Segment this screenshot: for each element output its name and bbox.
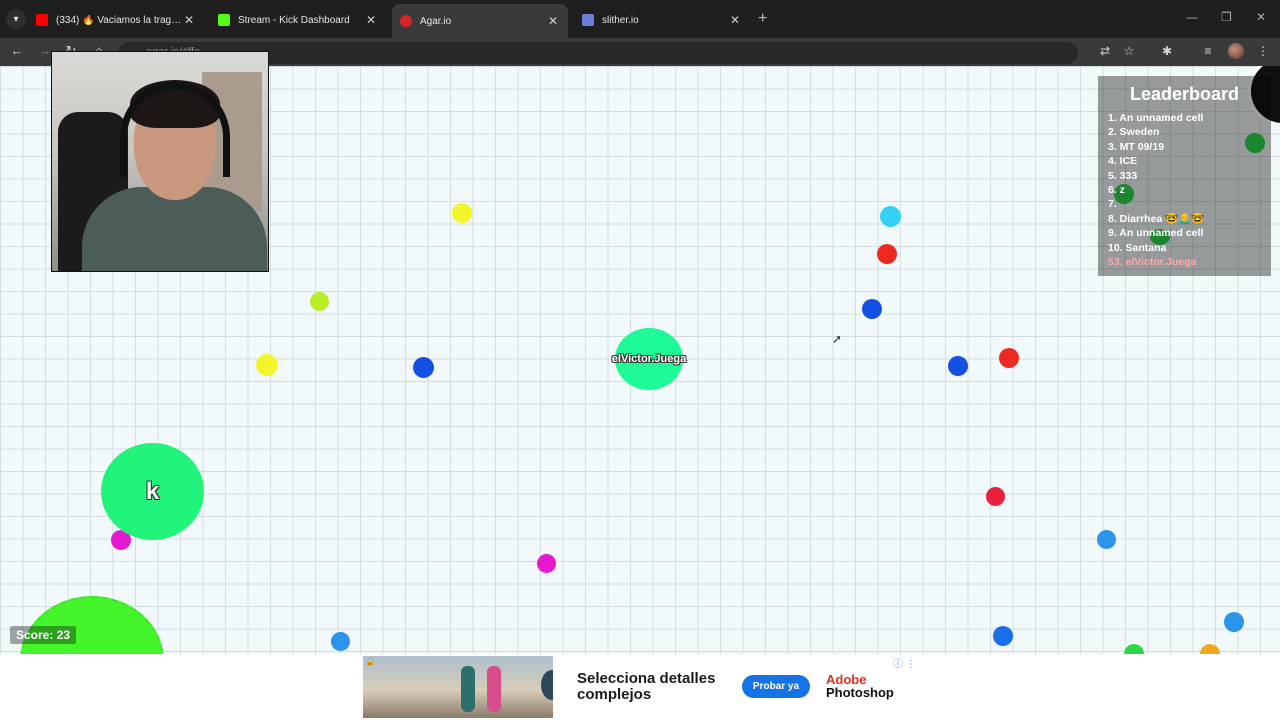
tab-strip: ▾ (334) 🔥 Vaciamos la tragamon ✕ Stream … [0,0,1280,38]
close-icon[interactable]: ✕ [182,13,196,27]
tab-search-icon[interactable]: ▾ [6,9,26,29]
ad-info-icon[interactable]: ⓘ ⋮ [893,655,916,670]
food-pellet [948,356,968,376]
leaderboard: Leaderboard 1. An unnamed cell 2. Sweden… [1098,76,1271,276]
webcam-overlay [51,51,269,272]
leaderboard-entry: 6. z [1108,184,1125,197]
leaderboard-title: Leaderboard [1129,84,1240,104]
agario-icon [400,15,412,27]
ad-person-figure [541,670,553,700]
leaderboard-entry: 8. Diarrhea 🤓👨‍🦲🤓 [1108,212,1205,225]
food-pellet [862,299,882,319]
food-pellet [452,203,472,223]
ad-person-figure [487,666,501,712]
food-pellet [1224,612,1244,632]
kebab-menu-icon[interactable]: ⋮ [1255,44,1271,58]
food-pellet [1200,644,1220,654]
profile-avatar[interactable] [1228,43,1244,59]
ad-badge-icon: 🔒 [365,657,375,666]
tab-agario[interactable]: Agar.io ✕ [392,4,568,38]
player-name: elVictor.Juega [611,353,687,365]
leaderboard-entry: 3. MT 09/19 [1108,140,1165,153]
media-icon[interactable]: ≡ [1200,44,1216,58]
ad-headline[interactable]: Selecciona detalles complejos [577,671,737,703]
tab-kick-dashboard[interactable]: Stream - Kick Dashboard ✕ [210,6,386,34]
translate-icon[interactable]: ⇄ [1097,44,1113,58]
enemy-name: k [145,477,160,505]
food-pellet [986,487,1005,506]
food-pellet [1124,644,1144,654]
close-icon[interactable]: ✕ [728,13,742,27]
enemy-cell: k [101,443,204,540]
window-close-icon[interactable]: ✕ [1256,10,1266,24]
tab-title: Agar.io [420,15,452,27]
leaderboard-entry: 10. Santana [1108,241,1167,254]
extensions-icon[interactable]: ✱ [1159,44,1175,58]
ad-person-figure [461,666,475,712]
tab-youtube[interactable]: (334) 🔥 Vaciamos la tragamon ✕ [28,6,204,34]
leaderboard-entry: 9. An unnamed cell [1108,227,1204,240]
ad-brand[interactable]: Adobe Photoshop [826,673,894,699]
back-icon[interactable]: ← [8,43,26,58]
close-icon[interactable]: ✕ [364,13,378,27]
tab-title: (334) 🔥 Vaciamos la tragamon [56,14,182,26]
leaderboard-entry: 2. Sweden [1108,126,1160,139]
food-pellet [537,554,556,573]
ad-brand-line2: Photoshop [826,685,894,700]
leaderboard-player-entry: 53. elVictor.Juega [1108,256,1197,269]
new-tab-button[interactable]: + [758,10,767,28]
tab-title: Stream - Kick Dashboard [238,14,350,26]
mouse-cursor-icon: ➚ [832,332,843,346]
food-pellet [999,348,1019,368]
slither-icon [582,14,594,26]
food-pellet [310,292,329,311]
youtube-icon [36,14,48,26]
food-pellet [880,206,901,227]
ad-cta-button[interactable]: Probar ya [742,675,810,698]
food-pellet [256,354,278,376]
food-pellet [1097,530,1116,549]
score-display: Score: 23 [10,626,77,644]
food-pellet [993,626,1013,646]
large-cell [20,596,164,654]
ad-image[interactable] [363,656,553,718]
leaderboard-entry: 7. [1108,198,1117,211]
minimize-icon[interactable]: — [1186,10,1198,24]
ad-banner[interactable]: Selecciona detalles complejos Probar ya … [0,654,1280,720]
food-pellet [877,244,897,264]
leaderboard-entry: 4. ICE [1108,155,1138,168]
close-icon[interactable]: ✕ [546,14,560,28]
leaderboard-entry: 1. An unnamed cell [1108,112,1204,124]
tab-slither[interactable]: slither.io ✕ [574,6,750,34]
player-cell: elVictor.Juega [611,328,687,390]
leaderboard-entry: 5. 333 [1108,169,1138,182]
restore-icon[interactable]: ❐ [1221,10,1232,24]
tab-title: slither.io [602,14,639,26]
food-pellet [331,632,350,651]
food-pellet [413,357,434,378]
bookmark-star-icon[interactable]: ☆ [1121,44,1137,58]
kick-icon [218,14,230,26]
